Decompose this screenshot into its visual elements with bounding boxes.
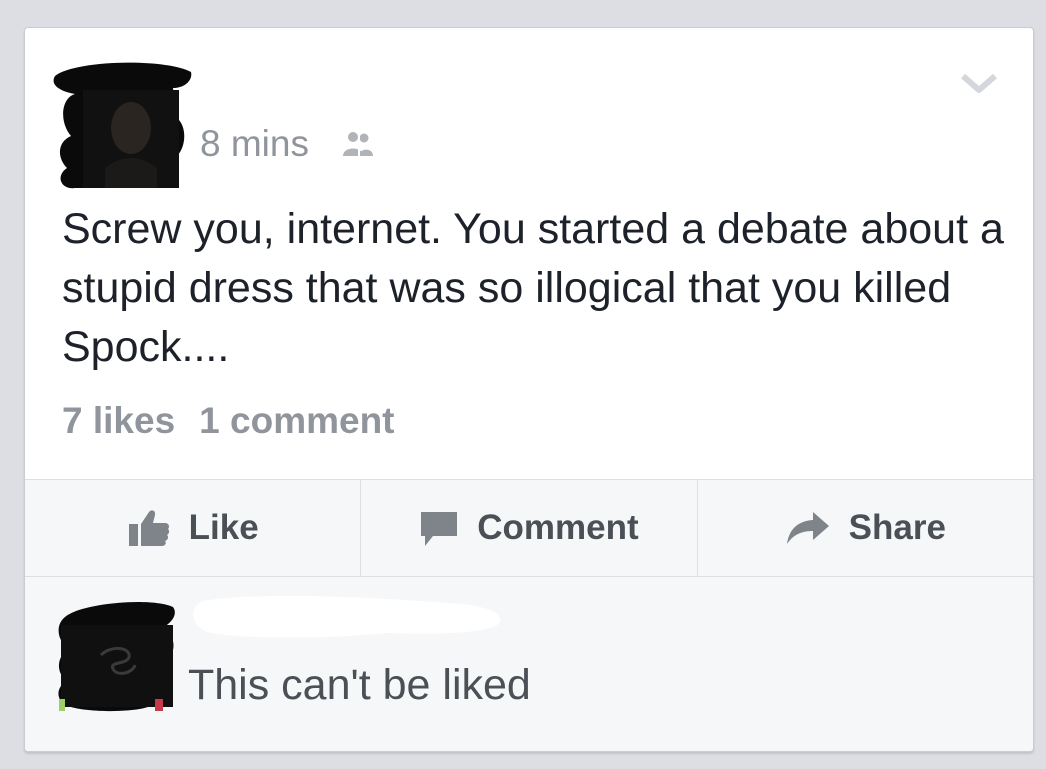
engagement-counts: 7 likes 1 comment xyxy=(62,400,395,442)
commenter-name-redacted[interactable] xyxy=(187,593,505,641)
comment-button[interactable]: Comment xyxy=(361,480,698,576)
comments-count[interactable]: 1 comment xyxy=(199,400,394,442)
author-avatar-redacted[interactable] xyxy=(45,58,193,190)
share-arrow-icon xyxy=(786,512,829,544)
like-button[interactable]: Like xyxy=(25,480,362,576)
likes-count[interactable]: 7 likes xyxy=(62,400,175,442)
like-label: Like xyxy=(188,508,259,547)
comment-bubble-icon xyxy=(421,512,458,546)
post-timestamp[interactable]: 8 mins xyxy=(200,123,309,165)
comment-section: This can't be liked xyxy=(25,577,1033,751)
friends-icon[interactable] xyxy=(341,130,375,158)
share-label: Share xyxy=(848,508,946,547)
share-button[interactable]: Share xyxy=(698,480,1033,576)
post-card: 8 mins Screw you, internet. You started … xyxy=(24,27,1034,752)
action-bar: Like Comment Share xyxy=(25,479,1033,577)
comment-body: This can't be liked xyxy=(188,661,531,709)
post-meta: 8 mins xyxy=(200,123,375,165)
comment-label: Comment xyxy=(477,508,639,547)
commenter-avatar-redacted[interactable] xyxy=(51,595,181,713)
thumbs-up-icon xyxy=(128,510,169,546)
chevron-down-icon[interactable] xyxy=(959,68,999,98)
post-body: Screw you, internet. You started a debat… xyxy=(62,205,1004,371)
